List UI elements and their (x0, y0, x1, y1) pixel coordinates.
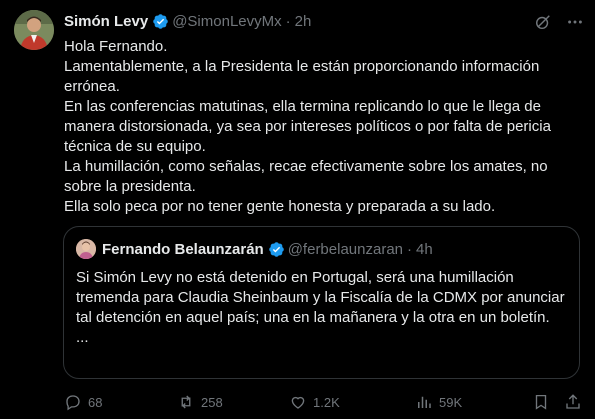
separator: · (407, 240, 413, 258)
reply-button[interactable]: 68 (64, 392, 102, 412)
share-icon (566, 394, 580, 409)
verified-badge-icon (268, 241, 285, 258)
author-handle[interactable]: @SimonLevyMx (172, 13, 281, 30)
tweet-line: La humillación, como señalas, recae efec… (64, 158, 552, 195)
reply-count: 68 (88, 394, 103, 410)
like-button[interactable]: 1.2K (289, 392, 340, 412)
quoted-author-name[interactable]: Fernando Belaunzarán (102, 241, 264, 258)
tweet-top-actions (533, 12, 585, 32)
tweet-line: Ella solo peca por no tener gente honest… (64, 198, 496, 215)
quoted-tweet-time[interactable]: 4h (416, 241, 433, 258)
tweet-line: Lamentablemente, a la Presidenta le está… (64, 58, 544, 95)
view-count: 59K (439, 394, 463, 410)
action-bar: 68 258 1.2K 59K (64, 392, 584, 412)
tweet-line: Hola Fernando. (64, 38, 168, 55)
bar-chart-icon (418, 396, 431, 408)
tweet-time[interactable]: 2h (295, 13, 312, 30)
bookmark-button[interactable] (532, 392, 550, 412)
quoted-author-handle[interactable]: @ferbelaunzaran (288, 241, 403, 258)
heart-icon (291, 396, 305, 409)
quoted-tweet[interactable]: Fernando Belaunzarán @ferbelaunzaran · 4… (63, 226, 580, 379)
bookmark-icon (535, 394, 547, 410)
separator: · (285, 12, 291, 30)
quoted-tweet-header: Fernando Belaunzarán @ferbelaunzaran · 4… (76, 239, 433, 259)
quoted-author-avatar[interactable] (76, 239, 96, 259)
repost-icon (181, 395, 191, 409)
quoted-tweet-text: Si Simón Levy no está detenido en Portug… (76, 268, 571, 348)
tweet-text: Hola Fernando. Lamentablemente, a la Pre… (64, 37, 584, 217)
author-name[interactable]: Simón Levy (64, 13, 148, 30)
verified-badge-icon (152, 13, 169, 30)
grok-icon[interactable] (533, 12, 553, 32)
repost-count: 258 (201, 394, 223, 410)
quoted-text-body: Si Simón Levy no está detenido en Portug… (76, 269, 565, 326)
quoted-text-more: ... (76, 329, 89, 346)
repost-button[interactable]: 258 (177, 392, 223, 412)
author-avatar[interactable] (14, 10, 54, 50)
more-options-icon[interactable] (565, 12, 585, 32)
views-button[interactable]: 59K (415, 392, 462, 412)
reply-icon (66, 395, 80, 411)
like-count: 1.2K (313, 394, 340, 410)
tweet-line: En las conferencias matutinas, ella term… (64, 98, 556, 155)
tweet-header: Simón Levy @SimonLevyMx · 2h (64, 11, 311, 31)
share-button[interactable] (564, 392, 582, 412)
